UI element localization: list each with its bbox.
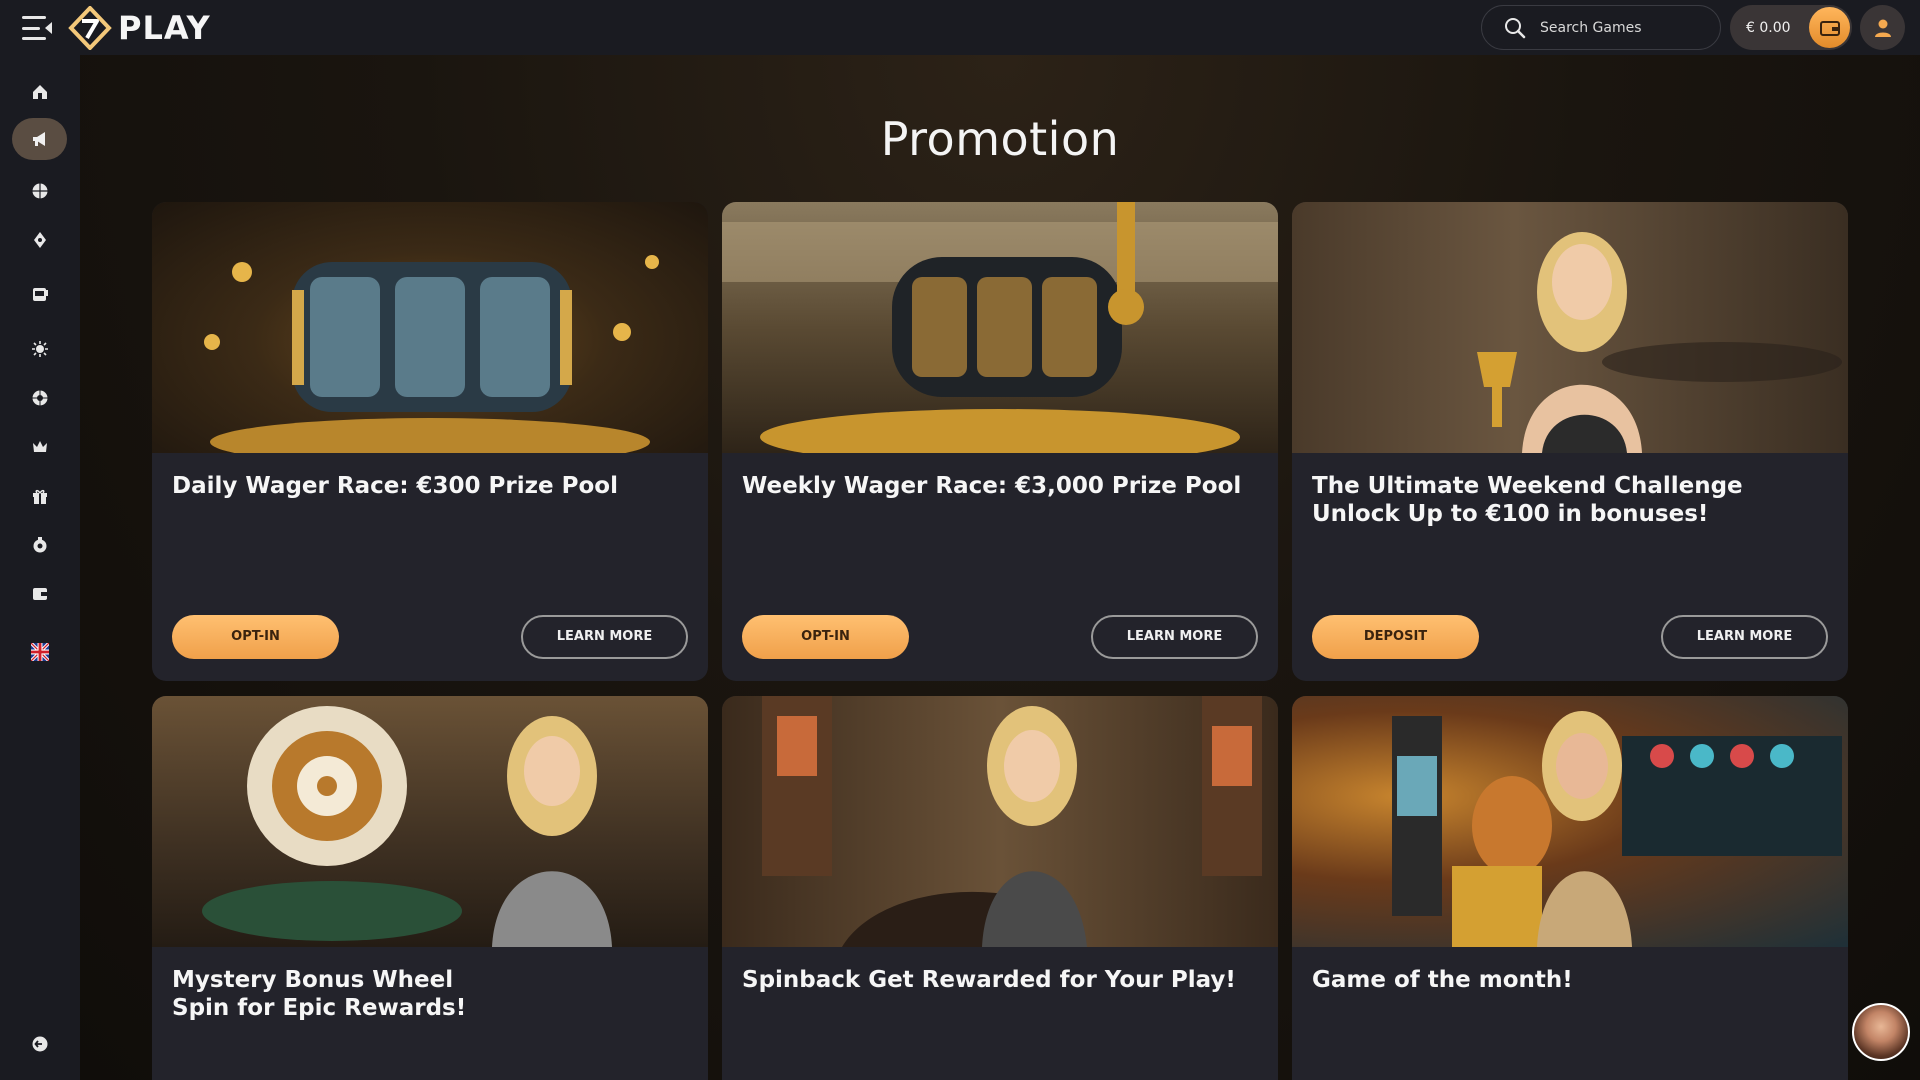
promo-title: Weekly Wager Race: €3,000 Prize Pool: [742, 473, 1242, 499]
user-account-button[interactable]: [1860, 5, 1905, 50]
uk-flag-icon: [30, 643, 49, 661]
sidebar-item-roulette[interactable]: [12, 377, 67, 419]
promo-card: Weekly Wager Race: €3,000 Prize Pool OPT…: [722, 202, 1278, 681]
live-chat-avatar[interactable]: [1852, 1003, 1910, 1061]
sidebar-item-gift[interactable]: [12, 475, 67, 517]
menu-toggle-icon[interactable]: [22, 16, 52, 40]
sidebar-item-logout[interactable]: [12, 1023, 67, 1065]
sidebar-item-vip[interactable]: [12, 426, 67, 468]
promo-card: Spinback Get Rewarded for Your Play!: [722, 696, 1278, 1080]
sidebar-item-promotions[interactable]: [12, 118, 67, 160]
sidebar-item-new[interactable]: [12, 328, 67, 370]
deposit-button[interactable]: DEPOSIT: [1312, 615, 1479, 659]
sidebar-item-live-casino[interactable]: [12, 273, 67, 315]
promo-image: [1292, 696, 1848, 947]
sidebar-item-sports[interactable]: [12, 170, 67, 212]
slot-machine-icon: [32, 288, 48, 301]
promo-image: [1292, 202, 1848, 453]
logout-icon: [32, 1036, 47, 1052]
promo-card: Mystery Bonus Wheel Spin for Epic Reward…: [152, 696, 708, 1080]
game-of-month-illustration: [1392, 711, 1842, 947]
user-icon: [1874, 19, 1891, 37]
support-icon: [33, 537, 46, 553]
home-icon: [32, 85, 47, 99]
trophy-woman-illustration: [1477, 232, 1842, 453]
brand-name: PLAY: [118, 9, 211, 47]
slot-reels-illustration: [722, 202, 1278, 453]
learn-more-button[interactable]: LEARN MORE: [521, 615, 688, 659]
opt-in-button[interactable]: OPT-IN: [742, 615, 909, 659]
sidebar-item-language[interactable]: [12, 631, 67, 673]
main-content: Promotion Daily Wager Race: €300 Prize P…: [80, 55, 1920, 1080]
promo-title: Mystery Bonus Wheel Spin for Epic Reward…: [172, 967, 467, 1021]
promo-image: [152, 202, 708, 453]
page-title: Promotion: [880, 112, 1120, 166]
search-input[interactable]: [1540, 19, 1700, 36]
wallet-icon: [32, 588, 47, 600]
megaphone-icon: [32, 132, 45, 146]
balance-pill[interactable]: € 0.00: [1730, 5, 1852, 50]
sidebar-item-casino[interactable]: [12, 219, 67, 261]
sidebar: [0, 55, 80, 1080]
search-icon: [1505, 17, 1526, 38]
gift-icon: [32, 489, 47, 504]
promo-title: Game of the month!: [1312, 967, 1573, 993]
promo-title: Spinback Get Rewarded for Your Play!: [742, 967, 1236, 993]
promo-image: [152, 696, 708, 947]
logo-mark-icon: [68, 6, 112, 50]
promo-title: The Ultimate Weekend Challenge Unlock Up…: [1312, 473, 1743, 527]
promo-card: Game of the month!: [1292, 696, 1848, 1080]
promo-title: Daily Wager Race: €300 Prize Pool: [172, 473, 618, 499]
top-bar: PLAY € 0.00: [0, 0, 1920, 55]
basketball-icon: [32, 183, 47, 199]
wallet-icon: [1819, 20, 1840, 36]
promo-card: The Ultimate Weekend Challenge Unlock Up…: [1292, 202, 1848, 681]
sidebar-item-support[interactable]: [12, 524, 67, 566]
opt-in-button[interactable]: OPT-IN: [172, 615, 339, 659]
promo-image: [722, 202, 1278, 453]
balance-amount: € 0.00: [1746, 19, 1791, 36]
search-bar[interactable]: [1481, 5, 1721, 50]
wallet-button[interactable]: [1809, 7, 1850, 48]
promo-image: [722, 696, 1278, 947]
learn-more-button[interactable]: LEARN MORE: [1091, 615, 1258, 659]
slot-player-illustration: [762, 696, 1262, 947]
crown-icon: [32, 441, 47, 452]
sun-icon: [31, 341, 48, 357]
roulette-icon: [32, 390, 47, 406]
promo-card: Daily Wager Race: €300 Prize Pool OPT-IN…: [152, 202, 708, 681]
sidebar-item-home[interactable]: [12, 71, 67, 113]
brand-logo[interactable]: PLAY: [68, 4, 211, 52]
learn-more-button[interactable]: LEARN MORE: [1661, 615, 1828, 659]
cards-icon: [33, 232, 46, 248]
bonus-wheel-illustration: [202, 706, 612, 947]
slot-reels-illustration: [204, 255, 659, 453]
sidebar-item-wallet[interactable]: [12, 573, 67, 615]
